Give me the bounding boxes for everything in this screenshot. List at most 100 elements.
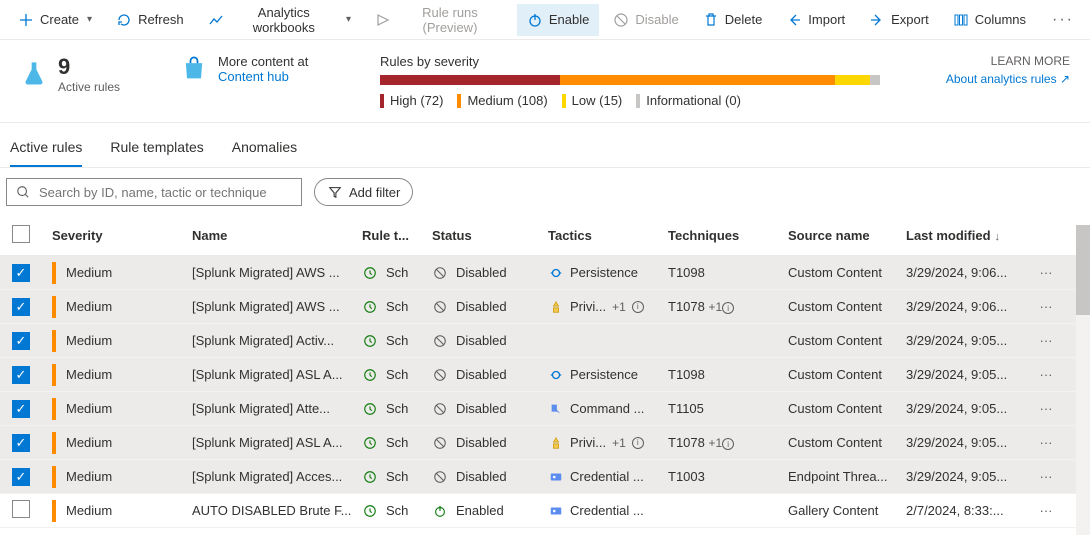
row-checkbox[interactable]: ✓	[12, 400, 30, 418]
col-severity[interactable]: Severity	[52, 228, 192, 243]
columns-icon	[953, 12, 969, 28]
tab-rule-templates[interactable]: Rule templates	[110, 133, 203, 167]
table-row[interactable]: ✓ Medium [Splunk Migrated] Activ... Sch …	[0, 324, 1090, 358]
tactic-value: Persistence	[570, 265, 638, 280]
status-icon	[432, 469, 448, 485]
ruletype-value: Sch	[386, 503, 408, 518]
severity-indicator	[52, 500, 56, 522]
ruleruns-button: Rule runs (Preview)	[365, 4, 513, 36]
technique-value: T1105	[668, 401, 704, 416]
delete-button[interactable]: Delete	[693, 4, 773, 36]
import-button[interactable]: Import	[776, 4, 855, 36]
technique-value: T1003	[668, 469, 705, 484]
refresh-label: Refresh	[138, 12, 184, 27]
row-menu-button[interactable]: ···	[1031, 503, 1061, 518]
row-menu-button[interactable]: ···	[1031, 469, 1061, 484]
technique-value: T1078	[668, 299, 705, 314]
status-icon	[432, 503, 448, 519]
tactic-plus-badge: +1	[612, 300, 626, 314]
ruletype-value: Sch	[386, 265, 408, 280]
table-row[interactable]: ✓ Medium [Splunk Migrated] AWS ... Sch D…	[0, 256, 1090, 290]
status-value: Disabled	[456, 435, 507, 450]
tactic-plus-badge: +1	[612, 436, 626, 450]
disable-button: Disable	[603, 4, 688, 36]
select-all-checkbox[interactable]	[12, 225, 30, 243]
plus-icon	[18, 12, 34, 28]
table-row[interactable]: ✓ Medium [Splunk Migrated] Atte... Sch D…	[0, 392, 1090, 426]
info-icon: i	[722, 302, 734, 314]
row-checkbox[interactable]: ✓	[12, 298, 30, 316]
status-value: Disabled	[456, 299, 507, 314]
col-source[interactable]: Source name	[788, 228, 906, 243]
col-status[interactable]: Status	[432, 228, 548, 243]
learn-link[interactable]: About analytics rules ↗	[946, 72, 1070, 86]
severity-value: Medium	[66, 401, 112, 416]
col-techniques[interactable]: Techniques	[668, 228, 788, 243]
table-row[interactable]: ✓ Medium [Splunk Migrated] ASL A... Sch …	[0, 426, 1090, 460]
row-menu-button[interactable]: ···	[1031, 401, 1061, 416]
tactic-value: Privi...	[570, 435, 606, 450]
col-modified[interactable]: Last modified↓	[906, 228, 1031, 243]
create-button[interactable]: Create ▾	[8, 4, 102, 36]
analytics-icon	[208, 12, 224, 28]
power-icon	[527, 12, 543, 28]
legend-high: High (72)	[390, 93, 443, 108]
persistence-icon	[548, 265, 564, 281]
col-ruletype[interactable]: Rule t...	[362, 228, 432, 243]
columns-button[interactable]: Columns	[943, 4, 1036, 36]
add-filter-label: Add filter	[349, 185, 400, 200]
ruletype-value: Sch	[386, 401, 408, 416]
tab-bar: Active rules Rule templates Anomalies	[0, 123, 1090, 168]
table-row[interactable]: ✓ Medium [Splunk Migrated] AWS ... Sch D…	[0, 290, 1090, 324]
row-menu-button[interactable]: ···	[1031, 265, 1061, 280]
add-filter-button[interactable]: Add filter	[314, 178, 413, 206]
tactic-value: Persistence	[570, 367, 638, 382]
col-name[interactable]: Name	[192, 228, 362, 243]
scrollbar-thumb[interactable]	[1076, 225, 1090, 315]
tab-anomalies[interactable]: Anomalies	[232, 133, 297, 167]
table-row[interactable]: ✓ Medium [Splunk Migrated] ASL A... Sch …	[0, 358, 1090, 392]
modified-value: 3/29/2024, 9:05...	[906, 469, 1031, 484]
row-menu-button[interactable]: ···	[1031, 333, 1061, 348]
source-value: Endpoint Threa...	[788, 469, 906, 484]
row-menu-button[interactable]: ···	[1031, 435, 1061, 450]
modified-value: 3/29/2024, 9:06...	[906, 265, 1031, 280]
row-menu-button[interactable]: ···	[1031, 367, 1061, 382]
row-checkbox[interactable]	[12, 500, 30, 518]
legend-medium-icon	[457, 94, 461, 108]
table-row[interactable]: ✓ Medium [Splunk Migrated] Acces... Sch …	[0, 460, 1090, 494]
overflow-menu-icon[interactable]: ···	[1044, 11, 1082, 29]
tab-active-rules[interactable]: Active rules	[10, 133, 82, 167]
export-button[interactable]: Export	[859, 4, 939, 36]
info-icon: i	[632, 301, 644, 313]
enable-button[interactable]: Enable	[517, 4, 599, 36]
row-checkbox[interactable]: ✓	[12, 264, 30, 282]
row-checkbox[interactable]: ✓	[12, 468, 30, 486]
col-tactics[interactable]: Tactics	[548, 228, 668, 243]
refresh-icon	[116, 12, 132, 28]
refresh-button[interactable]: Refresh	[106, 4, 194, 36]
status-icon	[432, 333, 448, 349]
scrollbar[interactable]	[1076, 225, 1090, 535]
legend-high-icon	[380, 94, 384, 108]
status-value: Disabled	[456, 401, 507, 416]
tactic-value: Credential ...	[570, 469, 644, 484]
row-checkbox[interactable]: ✓	[12, 434, 30, 452]
legend-info: Informational (0)	[646, 93, 741, 108]
table-row[interactable]: Medium AUTO DISABLED Brute F... Sch Enab…	[0, 494, 1090, 528]
row-checkbox[interactable]: ✓	[12, 366, 30, 384]
content-hub-link[interactable]: More content at Content hub	[180, 54, 340, 84]
workbooks-button[interactable]: Analytics workbooks ▾	[198, 4, 361, 36]
modified-value: 3/29/2024, 9:05...	[906, 401, 1031, 416]
status-icon	[432, 367, 448, 383]
technique-value: T1078	[668, 435, 705, 450]
summary-bar: 9 Active rules More content at Content h…	[0, 40, 1090, 123]
severity-value: Medium	[66, 503, 112, 518]
search-input[interactable]	[39, 185, 293, 200]
search-box[interactable]	[6, 178, 302, 206]
table-body: ✓ Medium [Splunk Migrated] AWS ... Sch D…	[0, 256, 1090, 528]
row-checkbox[interactable]: ✓	[12, 332, 30, 350]
ruleruns-icon	[375, 12, 391, 28]
rule-name: [Splunk Migrated] AWS ...	[192, 265, 362, 280]
row-menu-button[interactable]: ···	[1031, 299, 1061, 314]
